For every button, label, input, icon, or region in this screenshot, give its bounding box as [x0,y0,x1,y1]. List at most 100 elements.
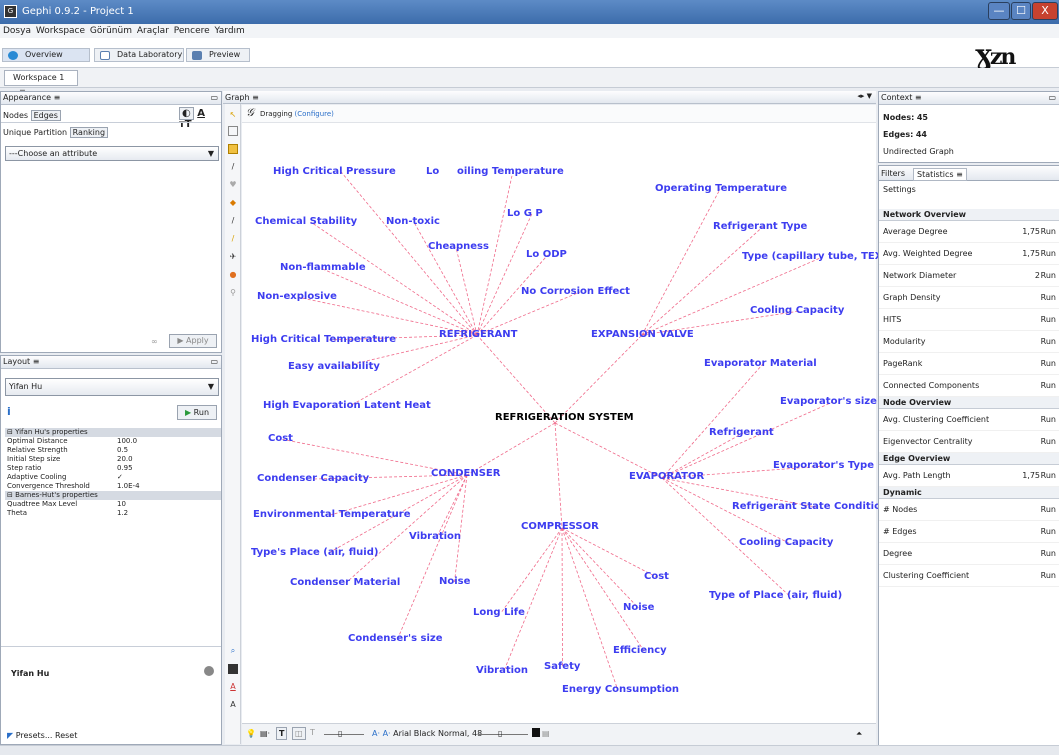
font-size-slider-thumb[interactable]: ▯ [498,728,502,739]
node-label[interactable]: Condenser Capacity [257,473,369,485]
run-statistic-button[interactable]: Run [1041,331,1056,353]
node-label[interactable]: Refrigerant State Condition [732,501,888,513]
font-color-icon[interactable]: A [228,682,238,692]
expand-toolbar-icon[interactable]: ⏶ [856,728,862,739]
layout-algorithm-select[interactable]: Yifan Hu ▼ [5,378,219,396]
run-statistic-button[interactable]: Run [1041,287,1056,309]
font-name-label[interactable]: Arial Black Normal, 48 [393,729,482,738]
node-label[interactable]: COMPRESSOR [521,521,599,533]
label-size-icon[interactable]: тT [179,119,192,130]
run-statistic-button[interactable]: Run [1041,353,1056,375]
property-value[interactable]: 0.95 [115,464,221,473]
node-label[interactable]: Vibration [409,531,461,543]
presets-link[interactable]: Presets... [16,731,53,740]
property-value[interactable]: 10 [115,500,221,509]
menu-file[interactable]: Dosya [0,24,32,38]
menu-window[interactable]: Pencere [173,24,211,38]
label-attributes-icon[interactable]: ▤ [542,728,550,739]
node-label[interactable]: CONDENSER [431,468,500,480]
run-statistic-button[interactable]: Run [1041,431,1056,453]
node-label[interactable]: Operating Temperature [655,183,787,195]
minimize-panel-icon[interactable]: ▭ [210,356,218,368]
statistics-section[interactable]: Network Overview [879,209,1059,221]
menu-help[interactable]: Yardım [214,24,246,38]
label-menu-icon[interactable]: ▤· [260,728,270,739]
minimize-panel-icon[interactable]: ▭ [210,92,218,104]
tab-preview[interactable]: Preview [186,48,250,62]
node-label[interactable]: Non-explosive [257,291,337,303]
node-label[interactable]: EVAPORATOR [629,471,704,483]
node-label[interactable]: Lo [426,166,439,178]
tab-nodes[interactable]: Nodes [3,111,28,120]
heat-map-icon[interactable]: ● [228,270,238,280]
run-statistic-button[interactable]: Run [1041,309,1056,331]
node-label[interactable]: Safety [544,661,580,673]
graph-tab-close-icon[interactable]: ≡ [252,93,259,102]
node-label[interactable]: Cost [644,571,669,583]
node-label[interactable]: Cost [268,433,293,445]
node-label[interactable]: Condenser Material [290,577,400,589]
property-value[interactable]: 0.5 [115,446,221,455]
workspace-tab[interactable]: Workspace 1 ≡ [4,70,78,96]
run-statistic-button[interactable]: Run [1041,375,1056,397]
painter-icon[interactable]: ◆ [228,198,238,208]
node-label[interactable]: oiling Temperature [457,166,564,178]
font-decrease-icon[interactable]: A· [372,729,380,738]
node-label[interactable]: Non-flammable [280,262,366,274]
font-increase-icon[interactable]: A· [383,729,391,738]
apply-button[interactable]: ▶ Apply [169,334,217,348]
property-section[interactable]: ⊟ Barnes-Hut's properties [5,491,221,500]
statistics-section[interactable]: Edge Overview [879,453,1059,465]
run-statistic-button[interactable]: Run [1041,565,1056,587]
statistics-section[interactable]: Dynamic [879,487,1059,499]
node-label[interactable]: No Corrosion Effect [521,286,630,298]
tab-graph[interactable]: Graph ≡ [225,91,259,104]
label-size-icon[interactable]: T [310,727,315,738]
property-value[interactable]: 1.0E-4 [115,482,221,491]
property-section[interactable]: ⊟ Yifan Hu's properties [5,428,221,437]
label-color-swatch[interactable] [532,728,540,737]
node-label[interactable]: Cooling Capacity [739,537,833,549]
menu-workspace[interactable]: Workspace [35,24,86,38]
property-value[interactable]: ✓ [115,473,221,482]
node-label[interactable]: Evaporator Material [704,358,817,370]
run-statistic-button[interactable]: Run [1041,243,1056,265]
node-label[interactable]: High Evaporation Latent Heat [263,400,431,412]
node-label[interactable]: Easy availability [288,361,380,373]
node-label[interactable]: Type of Place (air, fluid) [709,590,842,602]
drag-icon[interactable] [228,144,238,154]
run-statistic-button[interactable]: Run [1041,499,1056,521]
attribute-select[interactable]: ---Choose an attribute ▼ [5,146,219,161]
tab-data-laboratory[interactable]: Data Laboratory [94,48,184,62]
node-label[interactable]: High Critical Pressure [273,166,396,178]
run-layout-button[interactable]: ▶ Run [177,405,217,420]
node-label[interactable]: Lo G P [507,208,543,220]
tab-statistics[interactable]: Statistics ≡ [913,168,967,181]
node-label[interactable]: Lo ODP [526,249,567,261]
apply-settings-icon[interactable]: ∞ [151,336,158,347]
pointer-icon[interactable]: ↖ [228,110,238,120]
label-color-icon[interactable]: A [197,108,205,119]
node-label[interactable]: Refrigerant Type [713,221,807,233]
run-statistic-button[interactable]: Run [1041,409,1056,431]
zoom-icon[interactable]: ⌕ [228,646,238,656]
tab-filters[interactable]: Filters [881,168,905,179]
pencil-icon[interactable]: / [228,162,238,172]
show-labels-icon[interactable]: T [276,727,288,740]
edit-icon[interactable]: ⚲ [228,288,238,298]
node-label[interactable]: Cheapness [428,241,489,253]
node-label[interactable]: Type (capillary tube, TEX) [742,251,887,263]
font-size-icon[interactable]: A [228,700,238,710]
node-label[interactable]: Cooling Capacity [750,305,844,317]
rectangle-select-icon[interactable] [228,126,238,136]
node-label[interactable]: Noise [623,602,654,614]
node-label[interactable]: Type's Place (air, fluid) [251,547,378,559]
run-statistic-button[interactable]: Run [1041,221,1056,243]
property-value[interactable]: 100.0 [115,437,221,446]
node-label[interactable]: Chemical Stability [255,216,357,228]
node-label[interactable]: EXPANSION VALVE [591,329,694,341]
tab-ranking[interactable]: Ranking [69,127,109,138]
node-label[interactable]: Evaporator's Type [773,460,874,472]
statistics-section[interactable]: Node Overview [879,397,1059,409]
root-node-label[interactable]: REFRIGERATION SYSTEM [495,412,634,424]
